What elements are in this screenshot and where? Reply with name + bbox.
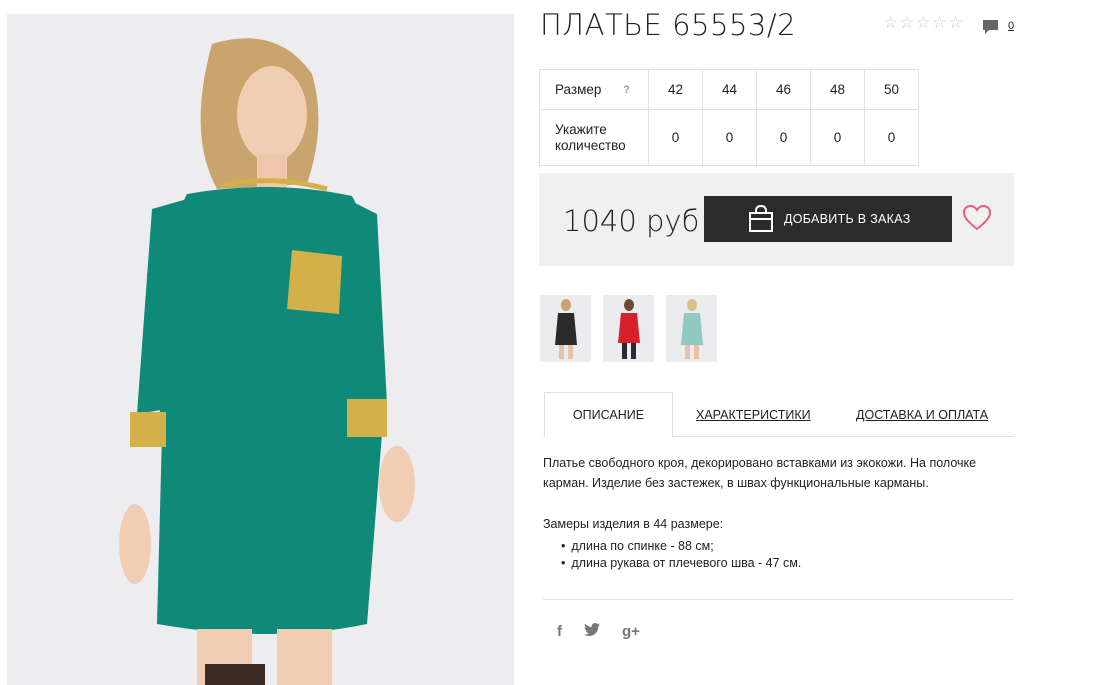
size-cell: 48 [810, 69, 865, 110]
product-main-image[interactable] [7, 14, 514, 685]
size-table: Размер ? 42 44 46 48 50 Укажите количест… [539, 69, 919, 166]
size-help-icon[interactable]: ? [623, 82, 630, 98]
quantity-label-cell: Укажите количество [539, 109, 649, 166]
heart-icon[interactable] [962, 204, 992, 236]
size-cell: 50 [864, 69, 919, 110]
tab-delivery-payment[interactable]: ДОСТАВКА И ОПЛАТА [856, 392, 988, 437]
list-item: длина по спинке - 88 см; [561, 538, 801, 555]
size-label: Размер [555, 81, 602, 97]
thumbnail-black[interactable] [540, 295, 591, 362]
quantity-label-line2: количество [555, 137, 626, 153]
comment-icon[interactable] [982, 19, 999, 40]
quantity-input-42[interactable]: 0 [648, 109, 703, 166]
comment-count-link[interactable]: 0 [1008, 20, 1014, 32]
measures-list: длина по спинке - 88 см; длина рукава от… [561, 538, 801, 572]
tab-description[interactable]: ОПИСАНИЕ [544, 392, 673, 438]
rating-stars[interactable]: ☆ ☆ ☆ ☆ ☆ [883, 14, 963, 31]
star-icon[interactable]: ☆ [899, 14, 914, 31]
bag-icon [748, 205, 774, 233]
add-to-order-label: ДОБАВИТЬ В ЗАКАЗ [784, 212, 911, 226]
size-cell: 46 [756, 69, 811, 110]
quantity-label-line1: Укажите [555, 121, 607, 137]
thumbnail-red[interactable] [603, 295, 654, 362]
buy-panel: 1040 руб ДОБАВИТЬ В ЗАКАЗ [539, 173, 1014, 266]
star-icon[interactable]: ☆ [883, 14, 898, 31]
list-item: длина рукава от плечевого шва - 47 см. [561, 555, 801, 572]
size-label-cell: Размер ? [539, 69, 649, 110]
product-tabs: ОПИСАНИЕ ХАРАКТЕРИСТИКИ ДОСТАВКА И ОПЛАТ… [543, 392, 1014, 438]
quantity-input-46[interactable]: 0 [756, 109, 811, 166]
social-share: f g+ [557, 623, 640, 640]
add-to-order-button[interactable]: ДОБАВИТЬ В ЗАКАЗ [704, 196, 952, 242]
size-cell: 42 [648, 69, 703, 110]
price: 1040 руб [563, 204, 700, 238]
star-icon[interactable]: ☆ [916, 14, 931, 31]
product-title: ПЛАТЬЕ 65553/2 [540, 8, 797, 42]
thumbnail-mint[interactable] [666, 295, 717, 362]
facebook-icon[interactable]: f [557, 623, 562, 640]
quantity-input-44[interactable]: 0 [702, 109, 757, 166]
divider [543, 599, 1014, 600]
star-icon[interactable]: ☆ [948, 14, 963, 31]
star-icon[interactable]: ☆ [932, 14, 947, 31]
tab-characteristics[interactable]: ХАРАКТЕРИСТИКИ [696, 392, 811, 437]
gplus-icon[interactable]: g+ [622, 623, 640, 640]
measures-title: Замеры изделия в 44 размере: [543, 517, 724, 531]
twitter-icon[interactable] [584, 623, 600, 640]
color-thumbnails [540, 295, 717, 362]
size-cell: 44 [702, 69, 757, 110]
quantity-input-48[interactable]: 0 [810, 109, 865, 166]
description-text: Платье свободного кроя, декорировано вст… [543, 456, 977, 490]
quantity-input-50[interactable]: 0 [864, 109, 919, 166]
